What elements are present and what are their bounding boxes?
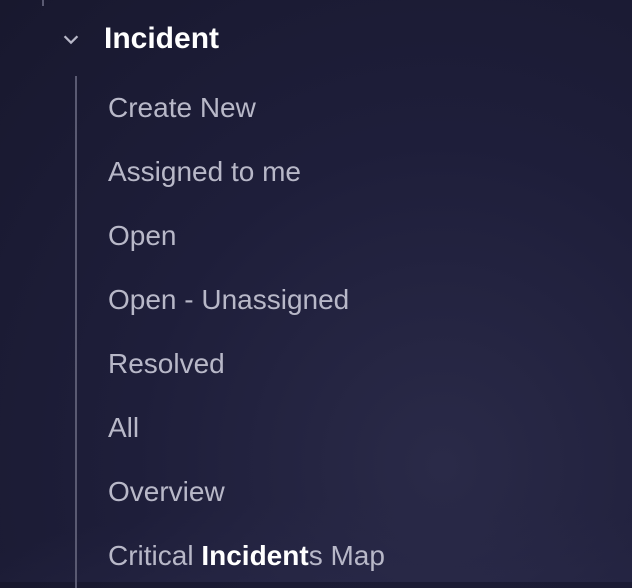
sidebar-item-open-unassigned[interactable]: Open - Unassigned <box>108 268 632 332</box>
sidebar-item-overview[interactable]: Overview <box>108 460 632 524</box>
sidebar-item-all[interactable]: All <box>108 396 632 460</box>
sidebar-item-label: Open - Unassigned <box>108 284 349 315</box>
sidebar-item-label-post: s Map <box>309 540 385 571</box>
sidebar-item-label: Create New <box>108 92 256 123</box>
section-items: Create New Assigned to me Open Open - Un… <box>0 76 632 588</box>
tree-line-parent <box>42 0 44 6</box>
tree-line-children <box>75 76 77 588</box>
sidebar-item-label-pre: Critical <box>108 540 201 571</box>
section-title: Incident <box>104 22 219 56</box>
sidebar-item-critical-incidents-map[interactable]: Critical Incidents Map <box>108 524 632 588</box>
sidebar-item-resolved[interactable]: Resolved <box>108 332 632 396</box>
sidebar-item-assigned-to-me[interactable]: Assigned to me <box>108 140 632 204</box>
sidebar-item-label: Assigned to me <box>108 156 301 187</box>
sidebar-item-label-highlight: Incident <box>201 540 308 571</box>
sidebar: Incident Create New Assigned to me Open … <box>0 0 632 588</box>
sidebar-item-open[interactable]: Open <box>108 204 632 268</box>
sidebar-item-label: Open <box>108 220 177 251</box>
chevron-down-icon <box>60 28 82 50</box>
sidebar-item-create-new[interactable]: Create New <box>108 76 632 140</box>
sidebar-item-label: Overview <box>108 476 225 507</box>
sidebar-item-label: Resolved <box>108 348 225 379</box>
section-header-incident[interactable]: Incident <box>0 0 632 76</box>
sidebar-item-label: All <box>108 412 139 443</box>
